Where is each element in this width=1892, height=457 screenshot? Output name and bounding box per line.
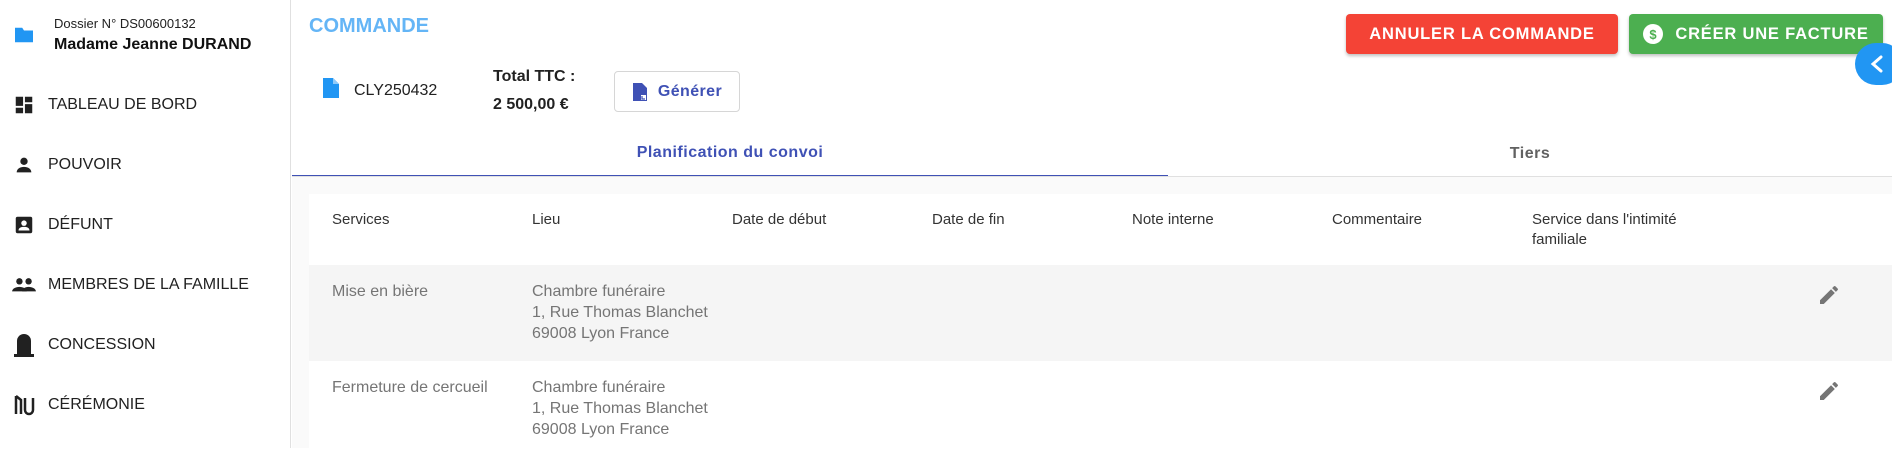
edit-pencil-icon[interactable] [1817, 379, 1841, 403]
chevron-left-icon [1870, 55, 1883, 73]
cell-lieu-line3: 69008 Lyon France [532, 325, 670, 342]
sidebar: Dossier N° DS00600132 Madame Jeanne DURA… [0, 0, 291, 448]
total-ttc-label: Total TTC : [493, 68, 576, 85]
sidebar-item-ceremonie[interactable]: CÉRÉMONIE [0, 375, 291, 435]
table-row: Mise en bière Chambre funéraire 1, Rue T… [309, 265, 1892, 361]
cell-lieu-line1: Chambre funéraire [532, 379, 666, 396]
sidebar-item-defunt[interactable]: DÉFUNT [0, 195, 291, 255]
cell-lieu: Chambre funéraire 1, Rue Thomas Blanchet… [532, 377, 708, 440]
sidebar-item-label: CONCESSION [48, 336, 156, 353]
cell-lieu-line2: 1, Rue Thomas Blanchet [532, 304, 708, 321]
tombstone-icon [11, 332, 37, 358]
cell-lieu-line3: 69008 Lyon France [532, 421, 670, 438]
dossier-number: Dossier N° DS00600132 [54, 16, 196, 31]
ceremony-icon [11, 392, 37, 418]
tab-tiers[interactable]: Tiers [1168, 130, 1892, 177]
generate-button[interactable]: Générer [614, 71, 740, 112]
person-icon [11, 152, 37, 178]
column-header-intimite: Service dans l'intimité familiale [1532, 210, 1677, 250]
cell-lieu-line2: 1, Rue Thomas Blanchet [532, 400, 708, 417]
tab-planification[interactable]: Planification du convoi [292, 130, 1168, 177]
tabs: Planification du convoi Tiers [292, 130, 1892, 177]
cancel-order-button[interactable]: ANNULER LA COMMANDE [1346, 14, 1618, 54]
client-name: Madame Jeanne DURAND [54, 36, 252, 53]
column-header-date-debut: Date de début [732, 211, 827, 228]
create-invoice-label: CRÉER UNE FACTURE [1675, 24, 1869, 43]
edit-pencil-icon[interactable] [1817, 283, 1841, 307]
dollar-circle-icon: $ [1643, 24, 1664, 44]
folder-icon [15, 27, 33, 43]
column-header-intimite-line2: familiale [1532, 231, 1588, 248]
cell-lieu: Chambre funéraire 1, Rue Thomas Blanchet… [532, 281, 708, 344]
collapse-panel-button[interactable] [1855, 43, 1892, 85]
page-title: COMMANDE [309, 15, 429, 37]
sidebar-item-concession[interactable]: CONCESSION [0, 315, 291, 375]
main-content: COMMANDE ANNULER LA COMMANDE $ CRÉER UNE… [292, 0, 1892, 457]
table-row: Fermeture de cercueil Chambre funéraire … [309, 361, 1892, 457]
sidebar-item-label: DÉFUNT [48, 216, 113, 233]
sidebar-item-pouvoir[interactable]: POUVOIR [0, 135, 291, 195]
dashboard-icon [11, 92, 37, 118]
sidebar-item-tableau-de-bord[interactable]: TABLEAU DE BORD [0, 75, 291, 135]
group-icon [11, 272, 37, 298]
column-header-commentaire: Commentaire [1332, 211, 1423, 228]
sidebar-item-label: CÉRÉMONIE [48, 396, 145, 413]
sidebar-item-label: TABLEAU DE BORD [48, 96, 198, 113]
total-ttc-value: 2 500,00 € [493, 96, 569, 113]
sidebar-item-membres[interactable]: MEMBRES DE LA FAMILLE [0, 255, 291, 315]
sidebar-item-label: MEMBRES DE LA FAMILLE [48, 276, 249, 293]
cell-service: Fermeture de cercueil [332, 379, 488, 396]
generate-label: Générer [657, 82, 723, 100]
column-header-date-fin: Date de fin [932, 211, 1005, 228]
generate-document-icon [632, 82, 647, 101]
column-header-services: Services [332, 211, 390, 228]
dossier-header[interactable]: Dossier N° DS00600132 Madame Jeanne DURA… [0, 0, 291, 72]
table-header: Services Lieu Date de début Date de fin … [309, 194, 1892, 265]
create-invoice-button[interactable]: $ CRÉER UNE FACTURE [1629, 14, 1883, 54]
column-header-intimite-line1: Service dans l'intimité [1532, 211, 1677, 228]
services-table: Services Lieu Date de début Date de fin … [309, 194, 1892, 457]
contact-card-icon [11, 212, 37, 238]
cell-service: Mise en bière [332, 283, 429, 300]
cell-lieu-line1: Chambre funéraire [532, 283, 666, 300]
column-header-note-interne: Note interne [1132, 211, 1214, 228]
column-header-lieu: Lieu [532, 211, 561, 228]
document-icon [323, 78, 339, 98]
sidebar-item-label: POUVOIR [48, 156, 122, 173]
order-code: CLY250432 [354, 82, 438, 99]
